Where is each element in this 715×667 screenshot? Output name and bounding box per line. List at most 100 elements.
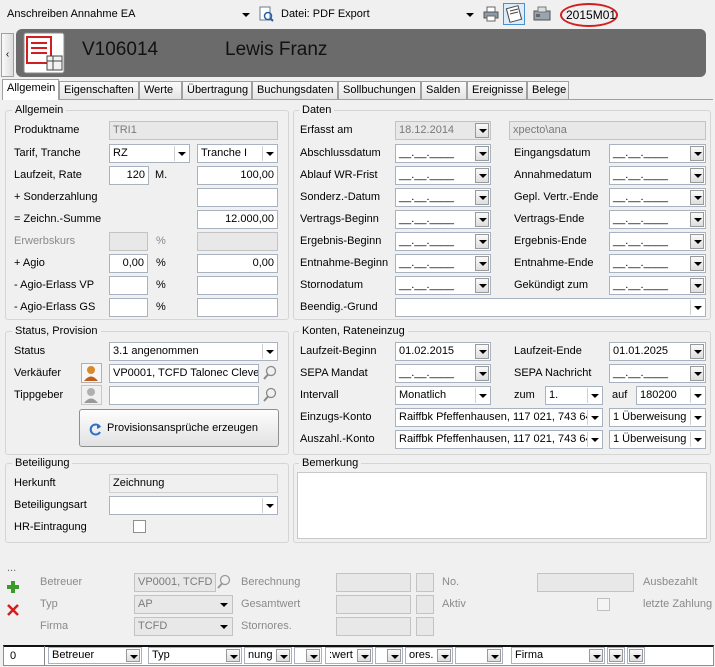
- beteiligungsart-select[interactable]: [109, 496, 278, 515]
- abschlussdatum-field[interactable]: __.__.____: [395, 144, 491, 163]
- chevron-down-icon[interactable]: [475, 278, 489, 293]
- chevron-down-icon[interactable]: [690, 256, 704, 271]
- laufzeit-ende-field[interactable]: 01.01.2025: [609, 342, 706, 361]
- tippgeber-field[interactable]: [109, 386, 259, 405]
- tranche-select[interactable]: Tranche I: [197, 144, 278, 163]
- chevron-down-icon[interactable]: [690, 278, 704, 293]
- einzugs-konto-select[interactable]: Raiffbk Pfeffenhausen, 117 021, 743 64: [395, 408, 603, 427]
- chevron-down-icon[interactable]: [475, 366, 489, 381]
- document-search-icon[interactable]: [258, 6, 274, 22]
- add-icon[interactable]: [6, 580, 20, 594]
- agio-erlass-gs-percent[interactable]: [109, 298, 148, 317]
- tab-belege[interactable]: Belege: [527, 81, 569, 99]
- vertrags-ende-field[interactable]: __.__.____: [609, 210, 706, 229]
- intervall-select[interactable]: Monatlich: [395, 386, 491, 405]
- bemerkung-textarea[interactable]: [297, 472, 707, 539]
- agio-erlass-vp-value[interactable]: [197, 276, 278, 295]
- sepa-mandat-field[interactable]: __.__.____: [395, 364, 491, 383]
- grid-filter-berechnung[interactable]: nung: [244, 647, 292, 664]
- chevron-down-icon[interactable]: [690, 190, 704, 205]
- ablauf-wr-field[interactable]: __.__.____: [395, 166, 491, 185]
- letter-icon[interactable]: [503, 3, 525, 25]
- grid-filter-gesamtwert-2[interactable]: [375, 647, 403, 664]
- grid-filter-stornores-2[interactable]: [455, 647, 503, 664]
- auszahl-art-select[interactable]: 1 Überweisung: [609, 430, 706, 449]
- grid-filter-typ[interactable]: Typ: [148, 647, 242, 664]
- tarif-select[interactable]: RZ: [109, 144, 190, 163]
- dots-menu[interactable]: ...: [7, 562, 16, 574]
- gepl-vertr-ende-field[interactable]: __.__.____: [609, 188, 706, 207]
- provisionsansprueche-button[interactable]: Provisionsansprüche erzeugen: [79, 409, 279, 447]
- search-icon[interactable]: [262, 365, 278, 381]
- gekuendigt-field[interactable]: __.__.____: [609, 276, 706, 295]
- chevron-down-icon[interactable]: [475, 212, 489, 227]
- tab-buchungsdaten[interactable]: Buchungsdaten: [252, 81, 338, 99]
- fax-icon[interactable]: [533, 6, 551, 22]
- chevron-down-icon[interactable]: [475, 256, 489, 271]
- chevron-down-icon[interactable]: [475, 190, 489, 205]
- tab-salden[interactable]: Salden: [421, 81, 467, 99]
- template-select[interactable]: Anschreiben Annahme EA: [5, 6, 253, 24]
- rate-field[interactable]: 100,00: [197, 166, 278, 185]
- auf-select[interactable]: 180200: [636, 386, 706, 405]
- status-select[interactable]: 3.1 angenommen: [109, 342, 278, 361]
- tab-eigenschaften[interactable]: Eigenschaften: [59, 81, 139, 99]
- zum-select[interactable]: 1.: [545, 386, 603, 405]
- file-select[interactable]: Datei: PDF Export: [279, 6, 477, 24]
- tab-uebertragung[interactable]: Übertragung: [182, 81, 252, 99]
- agio-erlass-gs-value[interactable]: [197, 298, 278, 317]
- grid-filter-berechnung-2[interactable]: [294, 647, 322, 664]
- sepa-nachricht-field[interactable]: __.__.____: [609, 364, 706, 383]
- laufzeit-beginn-field[interactable]: 01.02.2015: [395, 342, 491, 361]
- laufzeit-field[interactable]: 120: [109, 166, 149, 185]
- eingangsdatum-field[interactable]: __.__.____: [609, 144, 706, 163]
- chevron-down-icon[interactable]: [475, 146, 489, 161]
- agio-value-field[interactable]: 0,00: [197, 254, 278, 273]
- person-icon-disabled[interactable]: [81, 385, 102, 405]
- agio-percent-field[interactable]: 0,00: [109, 254, 148, 273]
- auszahl-konto-select[interactable]: Raiffbk Pfeffenhausen, 117 021, 743 64: [395, 430, 603, 449]
- person-icon[interactable]: [81, 363, 102, 383]
- entnahme-beginn-field[interactable]: __.__.____: [395, 254, 491, 273]
- annahmedatum-field[interactable]: __.__.____: [609, 166, 706, 185]
- produktname-field[interactable]: TRI1: [109, 121, 278, 140]
- delete-icon[interactable]: [6, 603, 20, 617]
- tab-allgemein[interactable]: Allgemein: [2, 79, 59, 100]
- stornodatum-field[interactable]: __.__.____: [395, 276, 491, 295]
- ergebnis-ende-field[interactable]: __.__.____: [609, 232, 706, 251]
- verkaeufer-field[interactable]: VP0001, TCFD Talonec Clever: [109, 364, 259, 383]
- chevron-down-icon[interactable]: [475, 168, 489, 183]
- hr-eintragung-checkbox[interactable]: [133, 520, 146, 533]
- entnahme-ende-field[interactable]: __.__.____: [609, 254, 706, 273]
- agio-erlass-vp-percent[interactable]: [109, 276, 148, 295]
- grid-filter-firma[interactable]: Firma: [511, 647, 605, 664]
- tab-ereignisse[interactable]: Ereignisse: [467, 81, 527, 99]
- grid-filter-betreuer[interactable]: Betreuer: [48, 647, 142, 664]
- chevron-down-icon[interactable]: [690, 234, 704, 249]
- chevron-down-icon[interactable]: [690, 146, 704, 161]
- chevron-down-icon[interactable]: [690, 366, 704, 381]
- zeichnungssumme-field[interactable]: 12.000,00: [197, 210, 278, 229]
- beendig-grund-select[interactable]: [395, 298, 706, 317]
- einzug-art-select[interactable]: 1 Überweisung: [609, 408, 706, 427]
- grid-filter-extra-1[interactable]: [607, 647, 625, 664]
- chevron-down-icon[interactable]: [475, 344, 489, 359]
- sonderzahlung-field[interactable]: [197, 188, 278, 207]
- ergebnis-beginn-field[interactable]: __.__.____: [395, 232, 491, 251]
- chevron-down-icon[interactable]: [690, 168, 704, 183]
- print-icon[interactable]: [483, 6, 499, 22]
- tab-sollbuchungen[interactable]: Sollbuchungen: [338, 81, 421, 99]
- chevron-down-icon[interactable]: [690, 212, 704, 227]
- sonderz-datum-field[interactable]: __.__.____: [395, 188, 491, 207]
- chevron-down-icon: [174, 146, 188, 161]
- grid-filter-stornores[interactable]: ores.: [405, 647, 453, 664]
- chevron-down-icon[interactable]: [690, 344, 704, 359]
- grid-filter-gesamtwert[interactable]: :wert: [325, 647, 373, 664]
- herkunft-field[interactable]: Zeichnung: [109, 474, 278, 493]
- vertrags-beginn-field[interactable]: __.__.____: [395, 210, 491, 229]
- chevron-down-icon[interactable]: [475, 234, 489, 249]
- tab-werte[interactable]: Werte: [139, 81, 182, 99]
- search-icon[interactable]: [262, 387, 278, 403]
- collapse-handle[interactable]: ‹: [1, 33, 14, 77]
- grid-filter-extra-2[interactable]: [627, 647, 645, 664]
